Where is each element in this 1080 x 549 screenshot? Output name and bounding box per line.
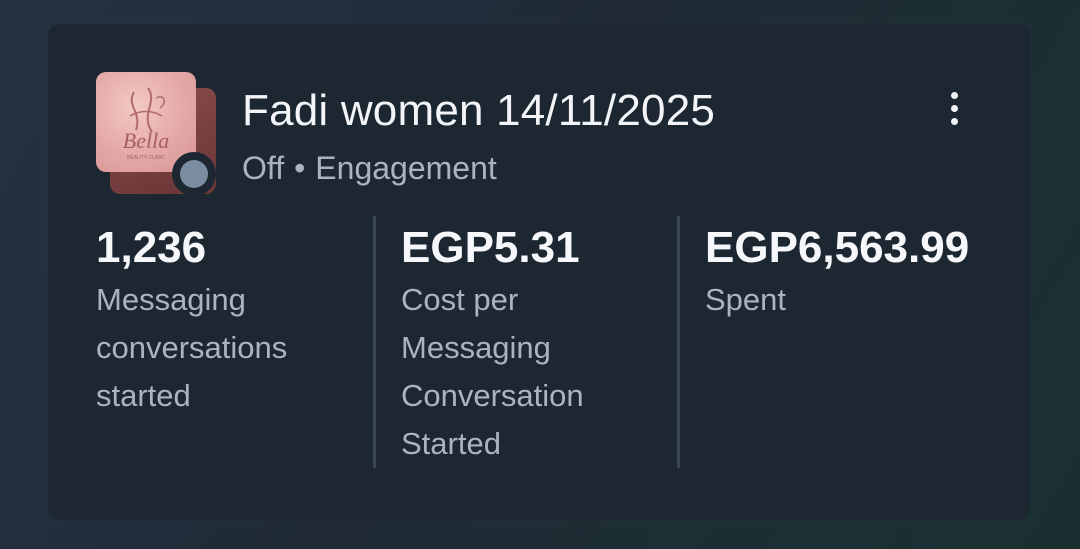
status-dot-icon	[180, 160, 208, 188]
more-options-button[interactable]	[928, 80, 980, 136]
metric-label: Cost per Messaging Conversation Started	[401, 282, 584, 461]
campaign-status: Off	[242, 150, 285, 186]
subtitle-separator: •	[294, 150, 306, 186]
campaign-objective: Engagement	[315, 150, 497, 186]
status-indicator	[172, 152, 216, 196]
metric-value: EGP5.31	[401, 223, 580, 272]
thumbnail-text: Bella	[123, 128, 169, 153]
metric-spent: EGP6,563.99 Spent	[705, 220, 995, 324]
more-vertical-icon-dot-2	[950, 104, 958, 112]
thumbnail-subtext: BEAUTY CLINIC	[127, 155, 165, 161]
metric-divider	[373, 216, 376, 468]
more-vertical-icon-dot-3	[950, 117, 958, 125]
metric-label: Spent	[705, 282, 787, 317]
campaign-title[interactable]: Fadi women 14/11/2025	[242, 86, 715, 136]
campaign-thumbnail: Bella BEAUTY CLINIC	[96, 72, 218, 196]
metric-divider	[677, 216, 680, 468]
metric-value: 1,236	[96, 223, 207, 272]
campaign-subtitle: Off • Engagement	[242, 150, 497, 187]
metric-conversations: 1,236 Messaging conversations started	[96, 220, 356, 420]
metric-cost-per-conversation: EGP5.31 Cost per Messaging Conversation …	[401, 220, 661, 468]
campaign-card[interactable]: Bella BEAUTY CLINIC Fadi women 14/11/202…	[48, 24, 1030, 520]
more-vertical-icon	[950, 91, 958, 99]
metric-value: EGP6,563.99	[705, 223, 970, 272]
metric-label: Messaging conversations started	[96, 282, 288, 413]
